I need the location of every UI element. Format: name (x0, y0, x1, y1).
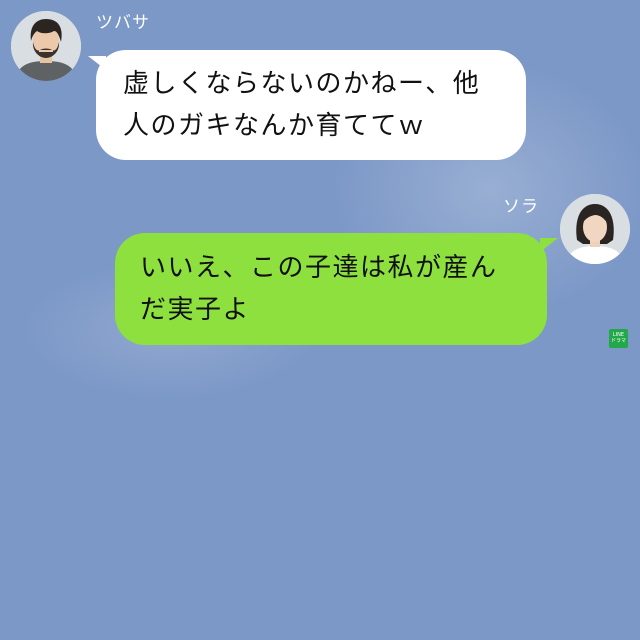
message-line: 虚しくならないのかねー、他 (123, 69, 481, 99)
message-line: 人のガキなんか育ててｗ (123, 111, 426, 141)
incoming-message-bubble[interactable]: 虚しくならないのかねー、他 人のガキなんか育ててｗ (96, 50, 526, 160)
outgoing-message-bubble[interactable]: いいえ、この子達は私が産ん だ実子よ (115, 233, 547, 345)
sender-name: ソラ (503, 197, 539, 217)
woman-avatar-icon[interactable] (560, 194, 630, 264)
man-avatar-icon[interactable] (11, 11, 81, 81)
line-drama-logo: LINE ドラマ (609, 329, 628, 348)
message-line: だ実子よ (140, 295, 251, 325)
sender-name: ツバサ (96, 13, 150, 33)
message-line: いいえ、この子達は私が産ん (140, 253, 498, 283)
